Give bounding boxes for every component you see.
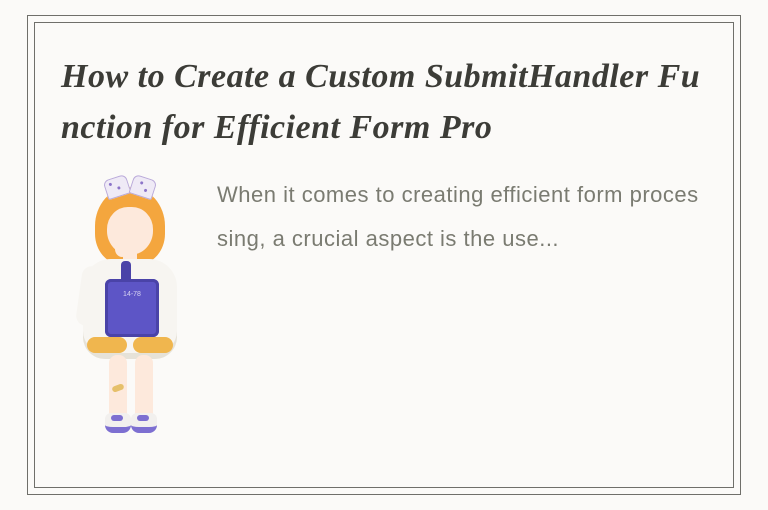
article-title: How to Create a Custom SubmitHandler Fun… [61,51,707,153]
character-illustration: 14-78 [61,171,199,471]
anime-girl-icon: 14-78 [61,171,199,471]
article-card: How to Create a Custom SubmitHandler Fun… [34,22,734,488]
bag-label: 14-78 [109,291,155,299]
article-excerpt: When it comes to creating efficient form… [217,171,707,261]
content-row: 14-78 When it comes to creating efficien… [61,171,707,471]
